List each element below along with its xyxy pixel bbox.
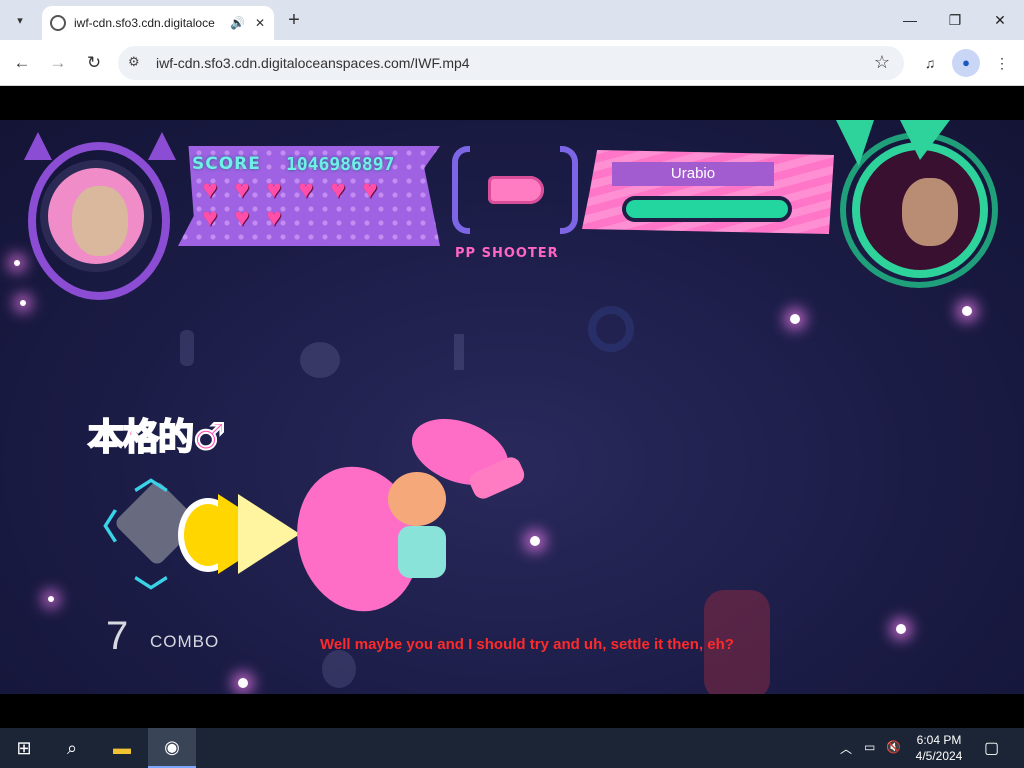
score-label: SCORE [192,154,261,174]
profile-icon[interactable]: ● [952,49,980,77]
media-control-icon[interactable]: ♫ [916,49,944,77]
tab-strip: ▾ iwf-cdn.sfo3.cdn.digitaloce 🔊 ✕ + — ❐ … [0,0,1024,40]
heart-icon: ♥ [202,202,218,232]
heart-icon: ♥ [266,174,282,204]
opponent-name: Urabio [612,162,774,186]
game-scene: SCORE 1046986897 ♥ ♥ ♥ ♥ ♥ ♥ ♥ ♥ ♥ PP SHOOTER Ur… [0,120,1024,694]
sparkle-decor [238,678,248,688]
volume-muted-icon[interactable]: 🔇 [886,740,901,754]
network-icon[interactable]: ▭ [864,740,875,754]
restore-icon[interactable]: ❐ [935,6,975,34]
arrow-right-indicator [178,492,300,578]
reload-icon[interactable]: ↻ [80,49,108,77]
player-portrait [40,160,152,272]
search-icon[interactable]: ⌕ [48,728,96,768]
speaker-icon[interactable]: 🔊 [230,16,245,30]
weapon-label: PP SHOOTER [455,246,559,261]
left-bracket [452,146,470,234]
chrome-icon[interactable]: ◉ [148,728,196,768]
player-face [72,186,128,256]
score-value: 1046986897 [286,154,395,175]
opponent-hp-bar [622,196,792,222]
heart-icon: ♥ [234,174,250,204]
address-bar[interactable]: ⚙ iwf-cdn.sfo3.cdn.digitaloceanspaces.co… [118,46,904,80]
background-shape [454,334,464,370]
cat-ear-decor [148,132,176,160]
taskbar-clock[interactable]: 6:04 PM 4/5/2024 [904,732,974,764]
sparkle-decor [896,624,906,634]
heart-icon: ♥ [266,202,282,232]
sparkle-decor [48,596,54,602]
background-shape [322,650,356,688]
minimize-icon[interactable]: — [890,6,930,34]
windows-taskbar: ⊞ ⌕ ▬ ◉ ︿ ▭ 🔇 6:04 PM 4/5/2024 ▢ [0,728,1024,768]
plus-icon[interactable]: + [282,8,306,32]
opponent-portrait [852,142,988,278]
browser-toolbar: ← → ↻ ⚙ iwf-cdn.sfo3.cdn.digitaloceanspa… [0,40,1024,86]
arrow-down-icon: ﹀ [134,575,168,613]
video-player[interactable]: SCORE 1046986897 ♥ ♥ ♥ ♥ ♥ ♥ ♥ ♥ ♥ PP SHOOTER Ur… [0,86,1024,728]
globe-icon [50,15,66,31]
clock-date: 4/5/2024 [915,749,963,763]
star-icon[interactable]: ☆ [874,52,890,73]
notification-icon[interactable]: ▢ [984,738,999,758]
combo-label: COMBO [150,632,220,651]
opponent-hp-fill [626,200,788,218]
windows-start-icon[interactable]: ⊞ [0,728,48,768]
heart-icon: ♥ [330,174,346,204]
clock-time: 6:04 PM [916,733,962,747]
heart-icon: ♥ [362,174,378,204]
sparkle-decor [790,314,800,324]
weapon-frame [452,146,578,234]
sparkle-decor [14,260,20,266]
chevron-up-icon[interactable]: ︿ [840,740,852,757]
arrow-left-icon: 〈 [84,509,118,547]
arrow-right-icon[interactable]: → [44,49,72,77]
chevron-down-icon[interactable]: ▾ [8,8,32,32]
heart-icon: ♥ [202,174,218,204]
heart-icon: ♥ [298,174,314,204]
arrow-left-icon[interactable]: ← [8,49,36,77]
url-text[interactable]: iwf-cdn.sfo3.cdn.digitaloceanspaces.com/… [156,55,470,71]
play-triangle-icon [238,494,300,574]
combo-count: 7 [106,614,129,658]
sparkle-decor [20,300,26,306]
tab-title: iwf-cdn.sfo3.cdn.digitaloce [74,16,215,30]
background-shape [180,330,194,366]
right-bracket [560,146,578,234]
character-body [398,526,446,578]
arrow-up-icon: ︿ [134,459,168,497]
browser-tab[interactable]: iwf-cdn.sfo3.cdn.digitaloce 🔊 ✕ [42,6,274,40]
background-shape [300,342,340,378]
file-explorer-icon[interactable]: ▬ [98,728,146,768]
weapon-icon [488,176,544,204]
player-character [282,406,532,625]
lives-hearts: ♥ ♥ ♥ ♥ ♥ ♥ ♥ ♥ ♥ [198,174,398,232]
close-window-icon[interactable]: ✕ [980,6,1020,34]
opponent-face [902,178,958,246]
close-icon[interactable]: ✕ [255,16,265,30]
background-shape [588,306,634,352]
tune-icon[interactable]: ⚙ [128,54,140,70]
heart-icon: ♥ [234,202,250,232]
character-face [388,472,446,526]
sparkle-decor [962,306,972,316]
kebab-menu-icon[interactable]: ⋮ [988,49,1016,77]
cat-ear-decor [24,132,52,160]
video-subtitle: Well maybe you and I should try and uh, … [320,636,734,653]
